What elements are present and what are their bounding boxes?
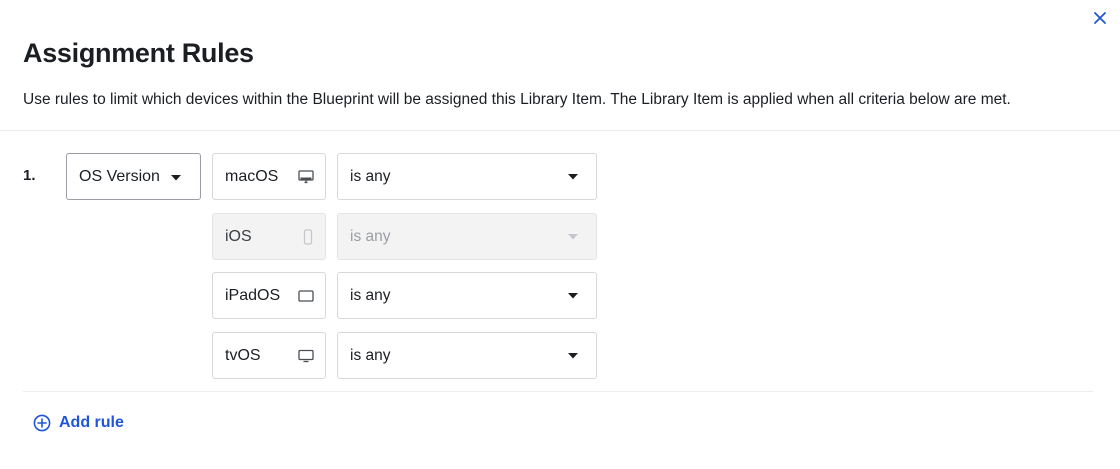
- os-label: tvOS: [225, 346, 261, 364]
- rules-divider: [23, 391, 1093, 392]
- close-button[interactable]: [1089, 7, 1111, 29]
- operator-label: is any: [350, 346, 391, 364]
- os-label: macOS: [225, 167, 279, 185]
- tablet-icon: [298, 289, 314, 302]
- add-rule-button[interactable]: Add rule: [33, 414, 124, 432]
- rule-field-select[interactable]: OS Version: [66, 153, 201, 200]
- caret-down-icon: [568, 233, 578, 239]
- assignment-rules-dialog: Assignment Rules Use rules to limit whic…: [0, 0, 1120, 469]
- operator-select[interactable]: is any: [337, 153, 597, 200]
- dialog-title: Assignment Rules: [23, 38, 254, 68]
- operator-label: is any: [350, 227, 391, 245]
- operator-select[interactable]: is any: [337, 272, 597, 319]
- caret-down-icon: [170, 174, 181, 180]
- rule-number: 1.: [23, 167, 36, 184]
- os-label: iOS: [225, 227, 252, 245]
- os-label: iPadOS: [225, 286, 281, 304]
- os-platform-ios: iOS: [212, 213, 326, 260]
- tv-icon: [298, 349, 314, 362]
- close-icon: [1094, 12, 1106, 24]
- os-platform-ipados: iPadOS: [212, 272, 326, 319]
- operator-select[interactable]: is any: [337, 332, 597, 379]
- phone-icon: [303, 228, 313, 245]
- desktop-icon: [298, 169, 314, 183]
- header-divider: [0, 130, 1120, 131]
- os-platform-tvos: tvOS: [212, 332, 326, 379]
- plus-circle-icon: [33, 414, 51, 432]
- caret-down-icon: [568, 292, 578, 298]
- operator-select: is any: [337, 213, 597, 260]
- operator-label: is any: [350, 286, 391, 304]
- rule-field-label: OS Version: [79, 167, 160, 185]
- add-rule-label: Add rule: [59, 414, 124, 431]
- os-platform-macos: macOS: [212, 153, 326, 200]
- caret-down-icon: [568, 173, 578, 179]
- caret-down-icon: [568, 352, 578, 358]
- operator-label: is any: [350, 167, 391, 185]
- dialog-description: Use rules to limit which devices within …: [23, 91, 1011, 108]
